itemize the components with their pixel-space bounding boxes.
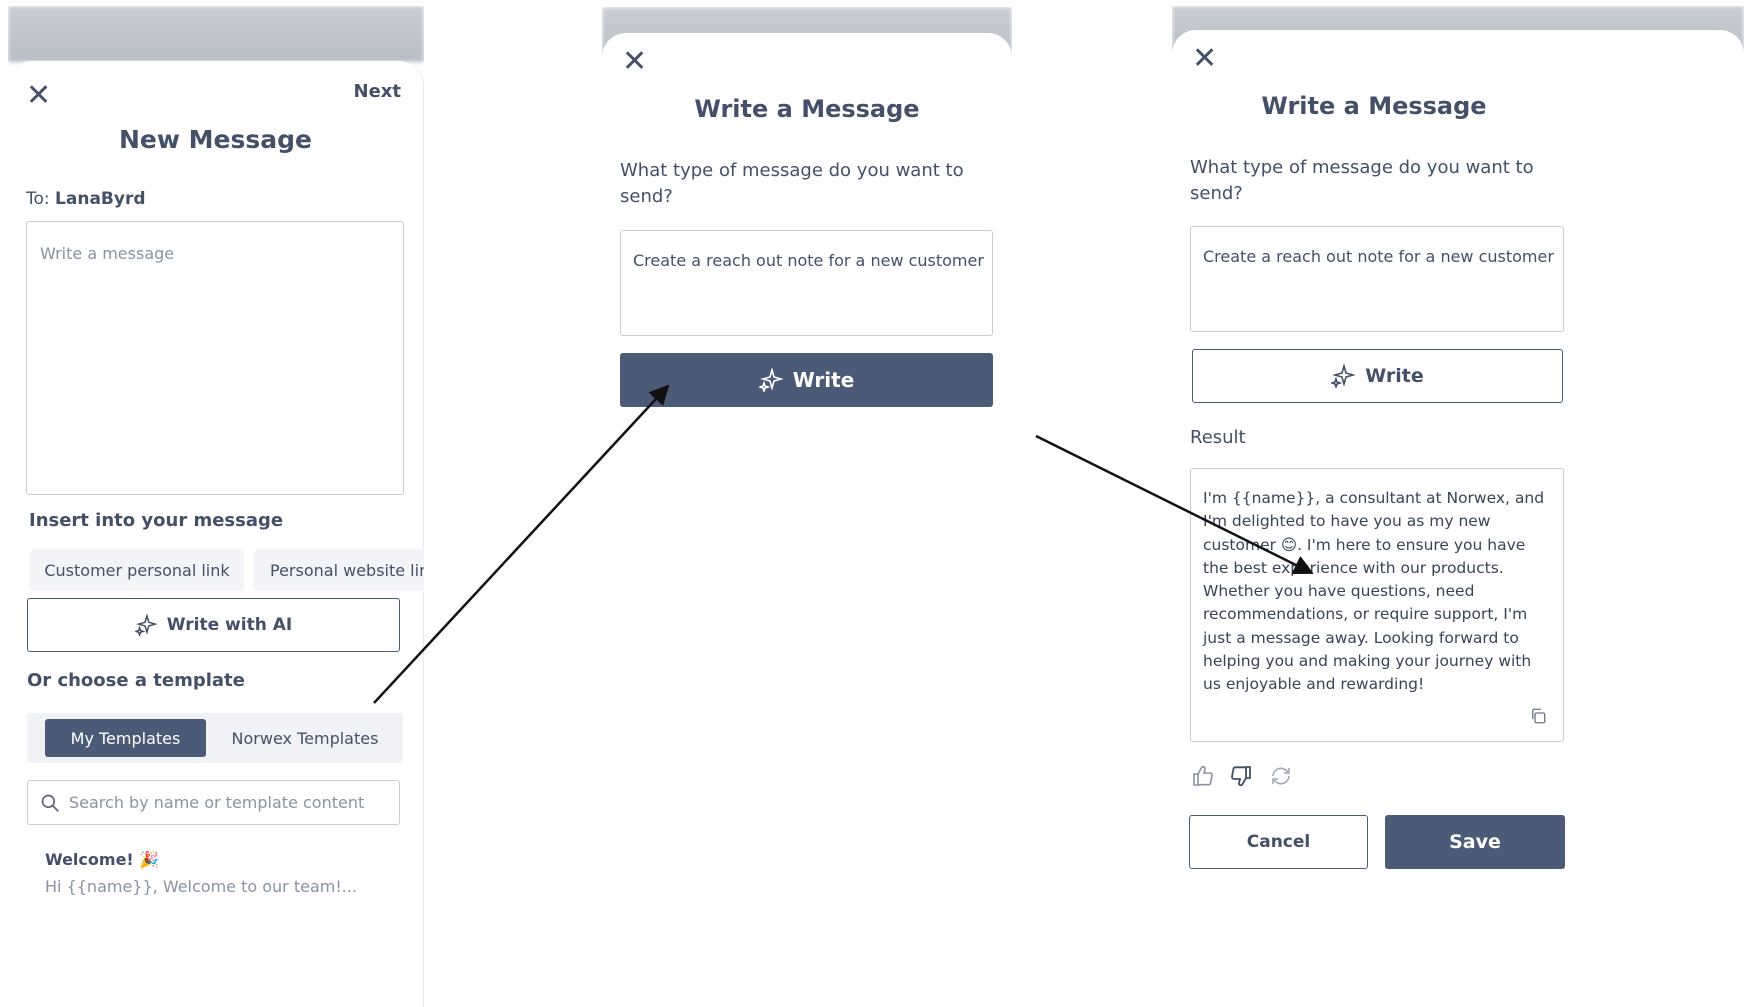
close-icon[interactable]: ✕ [622, 47, 647, 77]
template-tabs: My Templates Norwex Templates [27, 713, 403, 763]
prompt-textarea[interactable]: Create a reach out note for a new custom… [1190, 226, 1564, 332]
template-search-input[interactable]: Search by name or template content [27, 780, 400, 825]
new-message-screen: ✕ Next New Message To: LanaByrd Write a … [8, 6, 424, 1007]
result-label: Result [1190, 427, 1246, 448]
search-placeholder: Search by name or template content [69, 793, 365, 812]
write-button[interactable]: Write [620, 353, 993, 407]
result-text: I'm {{name}}, a consultant at Norwex, an… [1203, 489, 1545, 694]
message-textarea[interactable]: Write a message [26, 221, 404, 495]
write-button[interactable]: Write [1192, 349, 1563, 403]
template-heading: Or choose a template [27, 670, 245, 691]
new-message-sheet: ✕ Next New Message To: LanaByrd Write a … [8, 61, 424, 1007]
sparkle-icon [1331, 364, 1356, 388]
template-item-title: Welcome! 🎉 [45, 850, 160, 869]
close-icon[interactable]: ✕ [1192, 44, 1217, 74]
prompt-textarea[interactable]: Create a reach out note for a new custom… [620, 230, 993, 336]
result-sheet: ✕ Write a Message What type of message d… [1172, 30, 1744, 1007]
write-with-ai-label: Write with AI [166, 615, 293, 635]
page-title: New Message [119, 125, 312, 154]
save-button[interactable]: Save [1385, 815, 1565, 869]
chip-customer-personal-link[interactable]: Customer personal link [30, 549, 244, 591]
page-title: Write a Message [1261, 92, 1487, 120]
to-prefix: To: [26, 189, 50, 209]
sparkle-icon [758, 368, 783, 392]
template-item-preview: Hi {{name}}, Welcome to our team!... [45, 877, 358, 896]
search-icon [40, 793, 60, 813]
close-icon[interactable]: ✕ [26, 81, 51, 111]
write-message-sheet: ✕ Write a Message What type of message d… [602, 33, 1012, 1007]
page-title: Write a Message [694, 95, 920, 123]
write-button-label: Write [1365, 365, 1424, 387]
thumbs-up-icon[interactable] [1191, 764, 1215, 788]
tab-my-templates[interactable]: My Templates [45, 719, 206, 757]
write-with-ai-button[interactable]: Write with AI [27, 598, 400, 652]
write-message-screen: ✕ Write a Message What type of message d… [602, 7, 1012, 1007]
copy-icon[interactable] [1529, 707, 1547, 725]
result-textarea[interactable]: I'm {{name}}, a consultant at Norwex, an… [1190, 468, 1564, 742]
sparkle-icon [134, 614, 157, 636]
tab-norwex-templates[interactable]: Norwex Templates [217, 719, 393, 757]
prompt-value: Create a reach out note for a new custom… [633, 251, 984, 270]
cancel-button[interactable]: Cancel [1189, 815, 1368, 869]
prompt-value: Create a reach out note for a new custom… [1203, 247, 1554, 266]
next-button[interactable]: Next [354, 81, 402, 102]
recipient-name: LanaByrd [55, 189, 146, 209]
question-label: What type of message do you want to send… [1190, 157, 1534, 204]
message-placeholder: Write a message [40, 244, 175, 263]
recipient-line: To: LanaByrd [26, 189, 146, 209]
template-list-item[interactable]: Welcome! 🎉 Hi {{name}}, Welcome to our t… [45, 850, 405, 896]
chip-personal-website-link[interactable]: Personal website lin [254, 549, 424, 591]
question-label: What type of message do you want to send… [620, 160, 964, 207]
write-button-label: Write [792, 368, 855, 392]
write-message-result-screen: ✕ Write a Message What type of message d… [1172, 6, 1744, 1007]
insert-heading: Insert into your message [29, 510, 284, 531]
status-bar [8, 6, 424, 62]
regenerate-icon[interactable] [1269, 764, 1293, 788]
thumbs-down-icon[interactable] [1229, 764, 1253, 788]
